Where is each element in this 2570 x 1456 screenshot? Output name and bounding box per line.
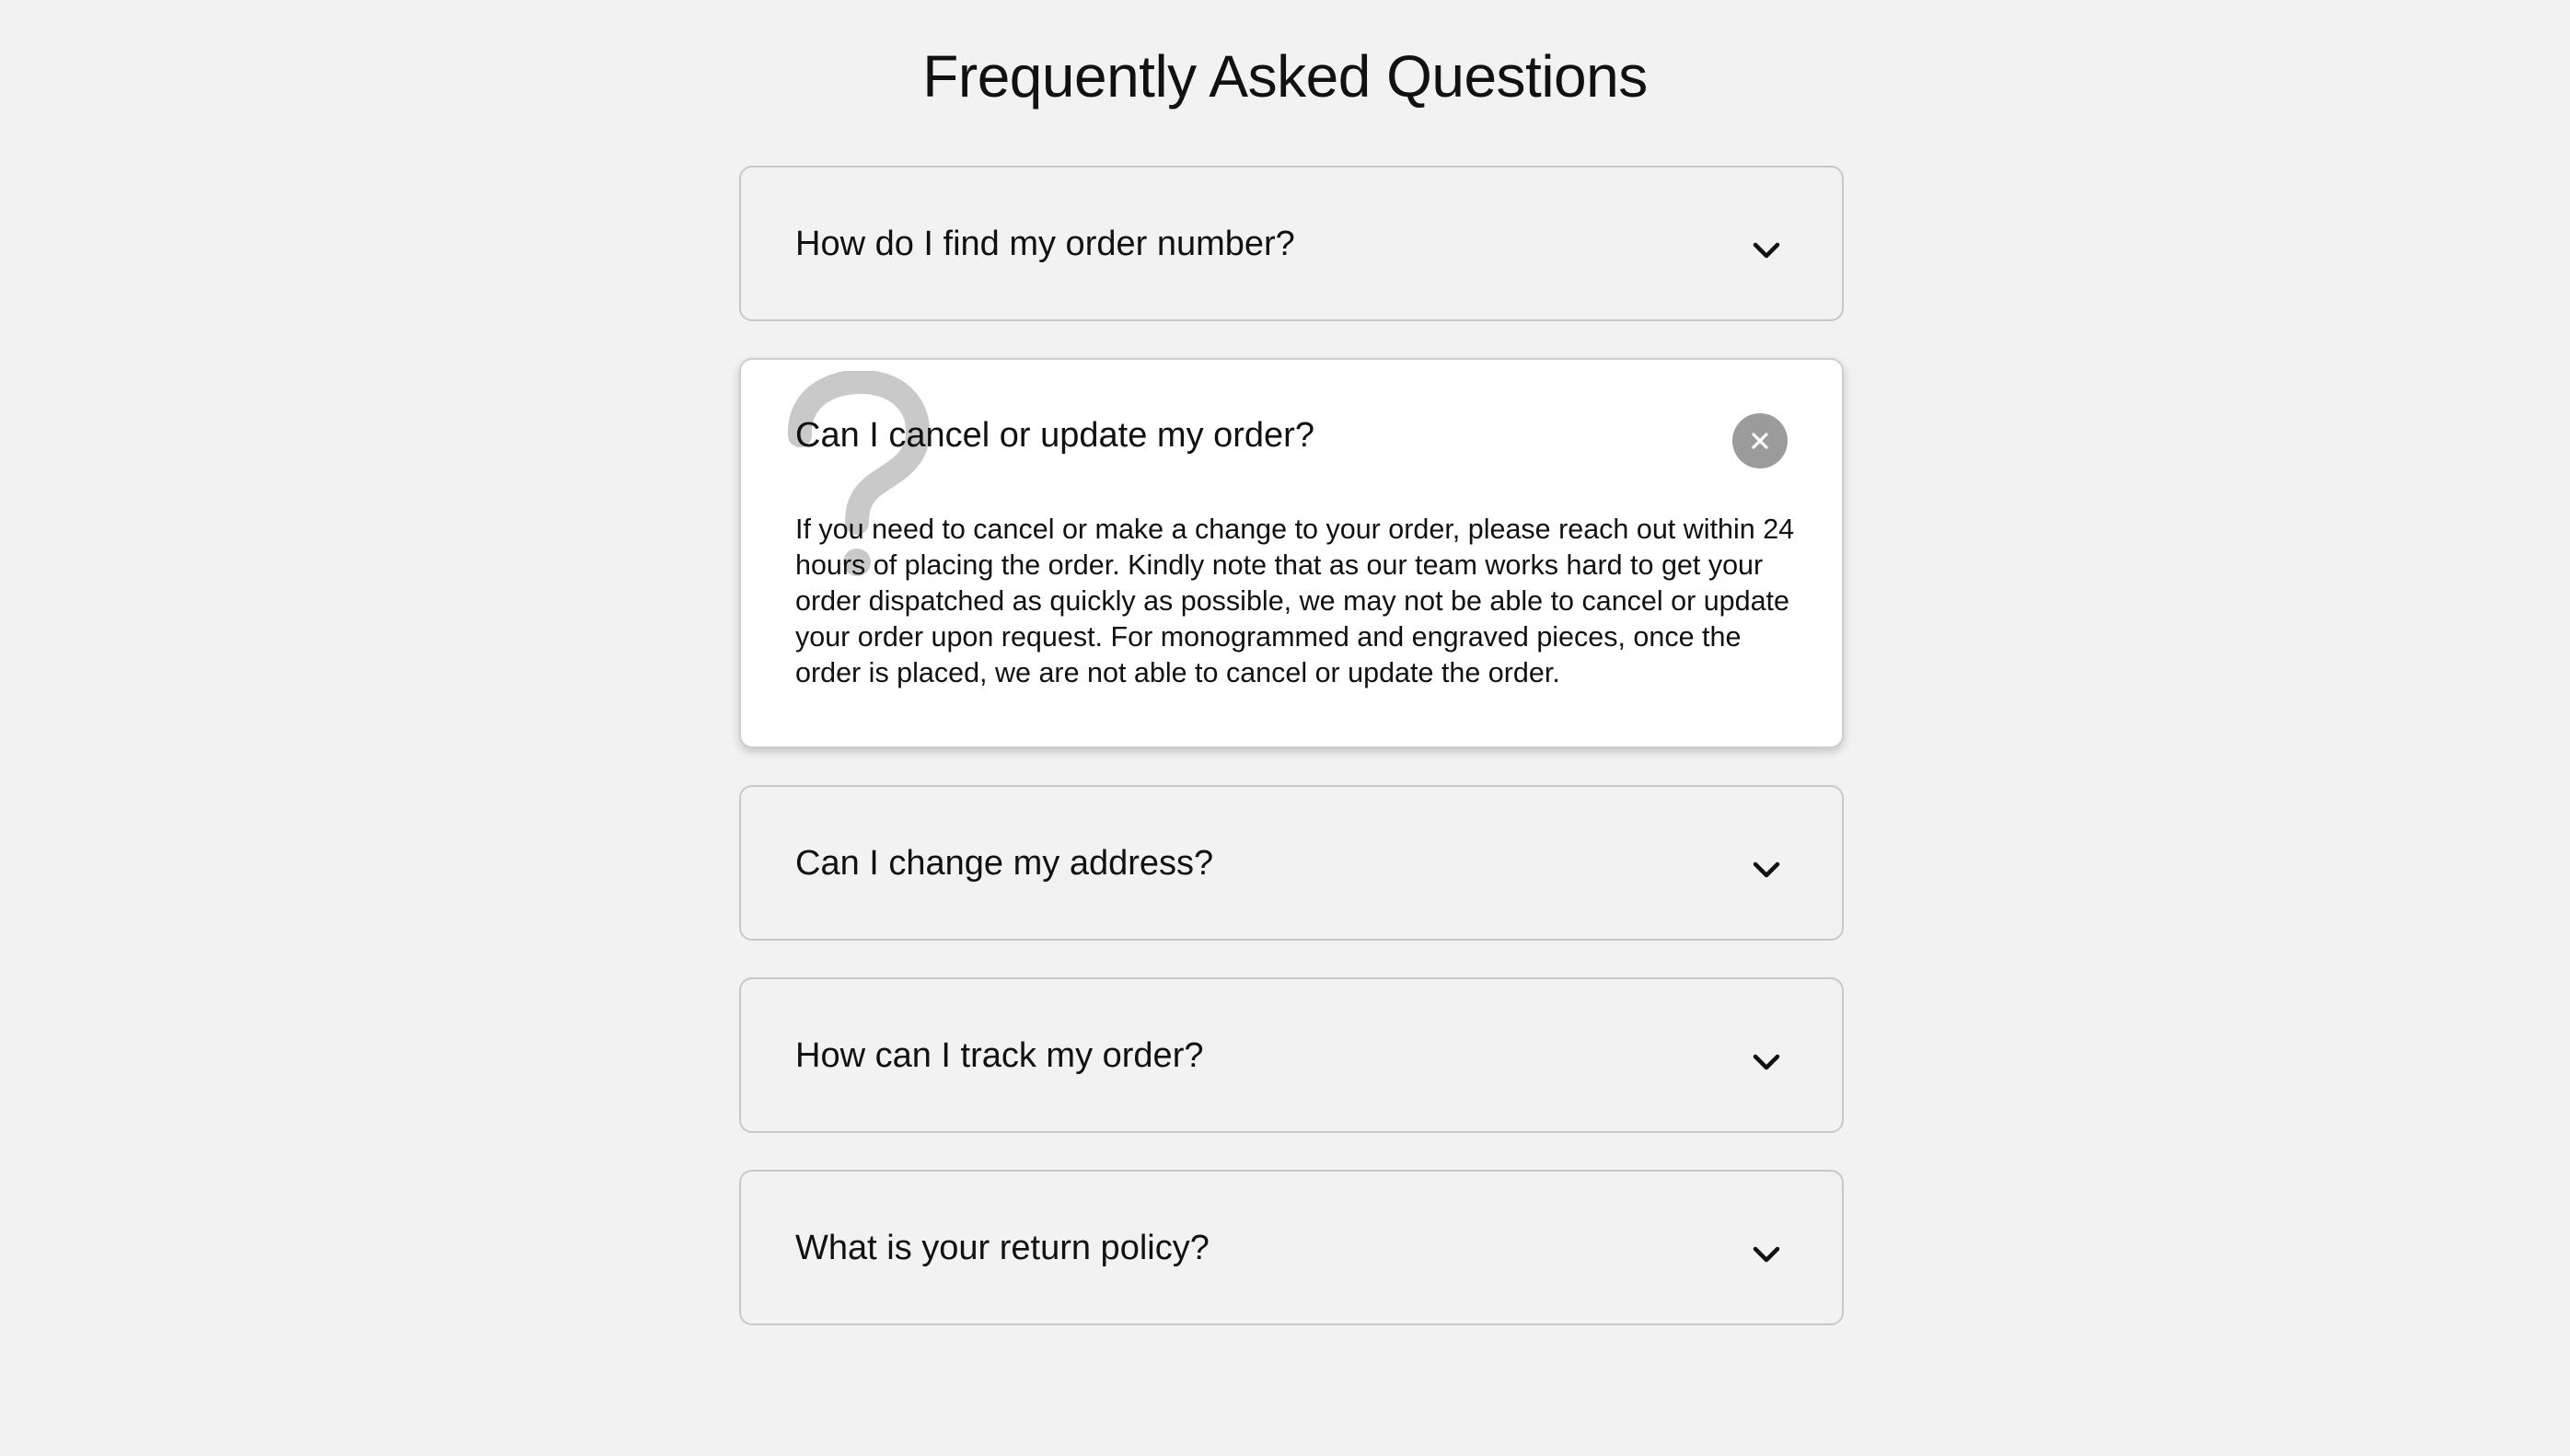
faq-question: Can I cancel or update my order? (795, 416, 1314, 455)
chevron-down-icon[interactable] (1748, 1236, 1785, 1273)
faq-question: How can I track my order? (795, 1036, 1204, 1075)
faq-item-cancel-update-order[interactable]: Can I cancel or update my order? If you … (739, 358, 1844, 748)
faq-question: What is your return policy? (795, 1229, 1210, 1267)
faq-item-track-order[interactable]: How can I track my order? (739, 977, 1844, 1133)
close-icon (1752, 433, 1768, 449)
faq-question: Can I change my address? (795, 844, 1214, 883)
chevron-down-icon[interactable] (1748, 1044, 1785, 1080)
faq-question: How do I find my order number? (795, 225, 1295, 263)
page-title: Frequently Asked Questions (922, 43, 1648, 110)
faq-answer: If you need to cancel or make a change t… (795, 514, 1795, 688)
faq-item-change-address[interactable]: Can I change my address? (739, 785, 1844, 941)
faq-list: How do I find my order number? Can I can… (739, 166, 1844, 1362)
chevron-down-icon[interactable] (1748, 851, 1785, 888)
faq-item-return-policy[interactable]: What is your return policy? (739, 1170, 1844, 1325)
close-button[interactable] (1732, 413, 1788, 468)
faq-item-find-order-number[interactable]: How do I find my order number? (739, 166, 1844, 321)
chevron-down-icon[interactable] (1748, 232, 1785, 269)
